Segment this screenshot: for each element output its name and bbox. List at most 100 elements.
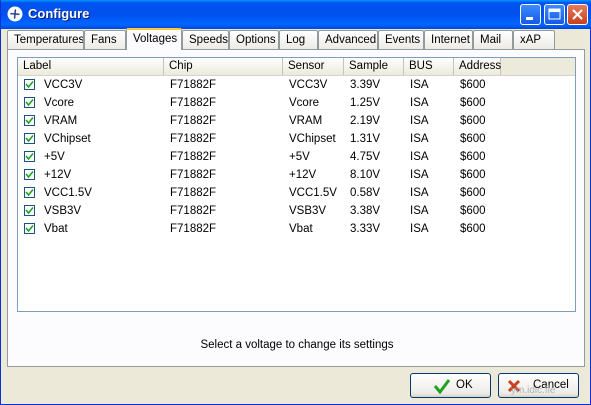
table-row[interactable]: +5V F71882F +5V 4.75V ISA $600 xyxy=(18,148,575,166)
column-header-bus[interactable]: BUS xyxy=(404,58,454,75)
cell-sample: 8.10V xyxy=(350,169,381,181)
column-header-label[interactable]: Label xyxy=(18,58,164,75)
cell-label: VChipset xyxy=(44,133,91,145)
checkmark-icon xyxy=(25,152,34,161)
cell-sensor: VChipset xyxy=(289,133,336,145)
cell-label: +12V xyxy=(44,169,72,181)
tab-internet[interactable]: Internet xyxy=(424,30,473,49)
cell-address: $600 xyxy=(460,79,486,91)
cell-sample: 3.39V xyxy=(350,79,381,91)
cell-sensor: +5V xyxy=(289,151,310,163)
row-checkbox[interactable] xyxy=(24,169,35,180)
cell-label: VSB3V xyxy=(44,205,82,217)
checkmark-icon xyxy=(25,98,34,107)
column-header-address[interactable]: Address xyxy=(454,58,501,75)
cell-bus: ISA xyxy=(410,115,429,127)
table-row[interactable]: VChipset F71882F VChipset 1.31V ISA $600 xyxy=(18,130,575,148)
minimize-button[interactable] xyxy=(520,4,541,25)
cell-chip: F71882F xyxy=(170,97,217,109)
cell-chip: F71882F xyxy=(170,133,217,145)
tab-voltages[interactable]: Voltages xyxy=(126,28,182,50)
maximize-icon xyxy=(548,8,561,20)
cell-sample: 3.38V xyxy=(350,205,381,217)
cell-sensor: VCC3V xyxy=(289,79,328,91)
cell-sensor: VRAM xyxy=(289,115,323,127)
cell-chip: F71882F xyxy=(170,223,217,235)
tab-speeds[interactable]: Speeds xyxy=(182,30,229,49)
row-checkbox[interactable] xyxy=(24,205,35,216)
cell-sample: 2.19V xyxy=(350,115,381,127)
table-row[interactable]: +12V F71882F +12V 8.10V ISA $600 xyxy=(18,166,575,184)
cell-bus: ISA xyxy=(410,151,429,163)
voltages-panel: Label Chip Sensor Sample BUS Address VCC… xyxy=(7,49,585,367)
tab-log[interactable]: Log xyxy=(279,30,318,49)
tab-advanced[interactable]: Advanced xyxy=(318,30,378,49)
cell-address: $600 xyxy=(460,223,486,235)
row-checkbox[interactable] xyxy=(24,223,35,234)
cell-bus: ISA xyxy=(410,187,429,199)
cell-address: $600 xyxy=(460,187,486,199)
table-row[interactable]: Vbat F71882F Vbat 3.33V ISA $600 xyxy=(18,220,575,238)
ok-button[interactable]: OK xyxy=(410,373,491,398)
tab-temperatures[interactable]: Temperatures xyxy=(7,30,84,49)
cell-sample: 4.75V xyxy=(350,151,381,163)
cell-sensor: Vbat xyxy=(289,223,313,235)
cell-address: $600 xyxy=(460,169,486,181)
column-header-chip[interactable]: Chip xyxy=(164,58,283,75)
cell-chip: F71882F xyxy=(170,205,217,217)
checkmark-icon xyxy=(433,379,451,395)
row-checkbox[interactable] xyxy=(24,151,35,162)
cell-label: Vcore xyxy=(44,97,75,109)
cell-bus: ISA xyxy=(410,205,429,217)
cell-chip: F71882F xyxy=(170,187,217,199)
tab-fans[interactable]: Fans xyxy=(84,30,126,49)
window-title: Configure xyxy=(28,6,90,21)
table-row[interactable]: VRAM F71882F VRAM 2.19V ISA $600 xyxy=(18,112,575,130)
tab-mail[interactable]: Mail xyxy=(473,30,513,49)
close-icon xyxy=(572,9,583,20)
row-checkbox[interactable] xyxy=(24,79,35,90)
hint-text: Select a voltage to change its settings xyxy=(200,339,394,351)
checkmark-icon xyxy=(25,224,34,233)
fan-icon xyxy=(7,6,23,22)
checkmark-icon xyxy=(25,80,34,89)
table-row[interactable]: VCC1.5V F71882F VCC1.5V 0.58V ISA $600 xyxy=(18,184,575,202)
cell-sample: 1.31V xyxy=(350,133,381,145)
cell-sensor: Vcore xyxy=(289,97,320,109)
checkmark-icon xyxy=(25,134,34,143)
watermark: ym.idic.fle xyxy=(511,385,556,396)
row-checkbox[interactable] xyxy=(24,97,35,108)
cell-bus: ISA xyxy=(410,133,429,145)
column-header-sensor[interactable]: Sensor xyxy=(283,58,344,75)
close-button[interactable] xyxy=(567,4,588,25)
checkmark-icon xyxy=(25,188,34,197)
tab-events[interactable]: Events xyxy=(378,30,424,49)
row-checkbox[interactable] xyxy=(24,187,35,198)
checkmark-icon xyxy=(25,170,34,179)
table-row[interactable]: VCC3V F71882F VCC3V 3.39V ISA $600 xyxy=(18,76,575,94)
cell-label: VCC3V xyxy=(44,79,83,91)
ok-button-label: OK xyxy=(456,379,473,391)
cell-sample: 0.58V xyxy=(350,187,381,199)
column-header-sample[interactable]: Sample xyxy=(344,58,404,75)
cell-bus: ISA xyxy=(410,79,429,91)
cell-sample: 1.25V xyxy=(350,97,381,109)
row-checkbox[interactable] xyxy=(24,115,35,126)
cell-chip: F71882F xyxy=(170,151,217,163)
cell-bus: ISA xyxy=(410,223,429,235)
table-row[interactable]: VSB3V F71882F VSB3V 3.38V ISA $600 xyxy=(18,202,575,220)
cell-address: $600 xyxy=(460,115,486,127)
cell-sensor: VCC1.5V xyxy=(289,187,337,199)
row-checkbox[interactable] xyxy=(24,133,35,144)
table-row[interactable]: Vcore F71882F Vcore 1.25V ISA $600 xyxy=(18,94,575,112)
cell-bus: ISA xyxy=(410,97,429,109)
voltage-list[interactable]: Label Chip Sensor Sample BUS Address VCC… xyxy=(17,57,576,312)
cell-chip: F71882F xyxy=(170,169,217,181)
tab-xap[interactable]: xAP xyxy=(513,30,555,49)
cell-chip: F71882F xyxy=(170,115,217,127)
title-bar[interactable]: Configure xyxy=(1,0,591,29)
cell-bus: ISA xyxy=(410,169,429,181)
tab-options[interactable]: Options xyxy=(229,30,279,49)
list-header: Label Chip Sensor Sample BUS Address xyxy=(18,58,575,76)
maximize-button[interactable] xyxy=(544,4,565,25)
